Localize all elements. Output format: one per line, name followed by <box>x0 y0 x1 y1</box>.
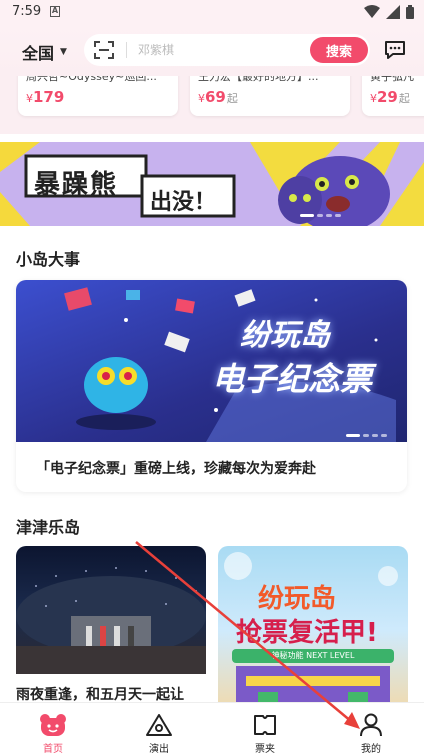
feature-image: 纷玩岛 电子纪念票 <box>16 280 407 442</box>
caret-down-icon: ▼ <box>60 47 67 57</box>
article-caption: 雨夜重逢，和五月天一起让 <box>16 687 184 703</box>
ticket-folder-icon <box>254 715 276 735</box>
notification-a-icon: A <box>50 6 60 17</box>
banner-title: 暴躁熊 <box>34 170 119 200</box>
banner-subtitle: 出没！ <box>150 190 217 215</box>
product-title: 周兴哲~Odyssey~巡回... <box>26 76 157 83</box>
city-selector[interactable]: 全国 ▼ <box>22 40 67 64</box>
feature-pagination <box>346 434 387 437</box>
section-title: 小岛大事 <box>16 250 81 269</box>
product-title: 王力宏【最好的地方】... <box>198 76 319 83</box>
feature-image-subtitle: 电子纪念票 <box>212 360 373 398</box>
nav-home[interactable]: 首页 <box>0 703 106 753</box>
promo-title: 纷玩岛 <box>258 584 337 614</box>
wifi-icon <box>364 5 380 18</box>
promo-strip: 神秘功能 NEXT LEVEL <box>232 649 394 663</box>
header: 全国 ▼ 搜索 <box>0 26 424 76</box>
person-icon <box>360 713 382 737</box>
status-bar: 7:59 A <box>0 0 424 26</box>
feature-card[interactable]: 纷玩岛 电子纪念票 「电子纪念票」重磅上线，珍藏每次为爱奔赴 <box>16 280 407 492</box>
feature-image-title: 纷玩岛 <box>240 318 330 353</box>
concert-art <box>16 567 206 674</box>
product-card-strip: 周兴哲~Odyssey~巡回... ¥179 王力宏【最好的地方】... ¥69… <box>0 76 424 134</box>
bottom-nav: 首页 演出 票夹 我的 <box>0 702 424 753</box>
promo-subtitle: 抢票复活甲! <box>236 618 378 648</box>
search-input[interactable] <box>138 41 288 59</box>
product-price: ¥29起 <box>370 88 410 106</box>
signal-icon <box>386 5 400 19</box>
product-card[interactable]: 周兴哲~Odyssey~巡回... ¥179 <box>18 76 178 116</box>
product-price: ¥69起 <box>198 88 238 106</box>
product-card[interactable]: 王力宏【最好的地方】... ¥69起 <box>190 76 350 116</box>
nav-label: 我的 <box>361 744 381 753</box>
article-card[interactable]: 雨夜重逢，和五月天一起让 <box>16 546 206 716</box>
triangle-show-icon <box>146 714 172 736</box>
promo-banner[interactable]: 暴躁熊 出没！ <box>0 142 424 226</box>
nav-mine[interactable]: 我的 <box>318 703 424 753</box>
nav-tickets[interactable]: 票夹 <box>212 703 318 753</box>
search-box[interactable]: 搜索 <box>84 34 370 66</box>
nav-label: 演出 <box>149 744 169 753</box>
city-label: 全国 <box>22 44 55 63</box>
search-button[interactable]: 搜索 <box>310 37 368 63</box>
search-divider <box>126 42 127 58</box>
product-price: ¥179 <box>26 88 65 106</box>
article-card[interactable]: 纷玩岛 抢票复活甲! 神秘功能 NEXT LEVEL <box>218 546 408 716</box>
nav-shows[interactable]: 演出 <box>106 703 212 753</box>
status-time: 7:59 <box>12 4 42 19</box>
nav-label: 首页 <box>43 744 63 753</box>
message-icon[interactable] <box>384 40 406 60</box>
battery-icon <box>406 5 414 19</box>
product-card[interactable]: 黄子弘凡 ¥29起 <box>362 76 424 116</box>
concert-photo <box>16 546 206 674</box>
status-icons <box>364 5 414 19</box>
bear-home-icon <box>40 714 66 736</box>
section-title: 津津乐岛 <box>16 518 81 537</box>
feature-caption: 「电子纪念票」重磅上线，珍藏每次为爱奔赴 <box>36 461 316 477</box>
product-title: 黄子弘凡 <box>370 76 414 83</box>
scan-icon[interactable] <box>94 41 114 59</box>
banner-pagination <box>300 214 341 217</box>
nav-label: 票夹 <box>255 744 275 753</box>
